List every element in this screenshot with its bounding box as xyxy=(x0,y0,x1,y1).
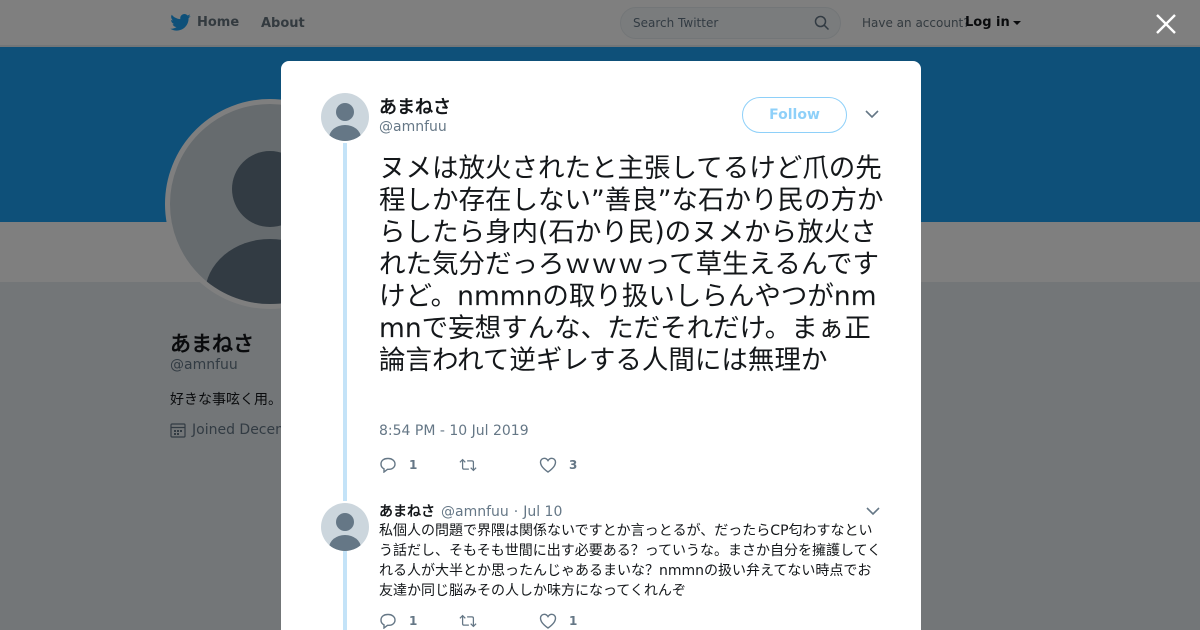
tweet-author-name[interactable]: あまねさ xyxy=(379,93,451,119)
like-button[interactable]: 3 xyxy=(539,457,619,473)
retweet-button[interactable] xyxy=(459,613,539,629)
reply-button[interactable]: 1 xyxy=(379,613,459,629)
default-avatar-icon xyxy=(329,103,361,141)
reply-header: あまねさ @amnfuu · Jul 10 xyxy=(379,501,562,521)
tweet-author-handle[interactable]: @amnfuu xyxy=(379,119,447,135)
reply-date[interactable]: Jul 10 xyxy=(523,504,562,520)
thread-line xyxy=(343,551,347,630)
tweet-timestamp[interactable]: 8:54 PM - 10 Jul 2019 xyxy=(379,423,529,439)
retweet-icon xyxy=(459,458,477,472)
heart-icon xyxy=(539,613,557,629)
chevron-down-icon[interactable] xyxy=(866,505,880,517)
like-count: 1 xyxy=(569,614,578,628)
heart-icon xyxy=(539,457,557,473)
thread-line xyxy=(343,143,347,501)
reply-actions: 1 1 xyxy=(379,613,619,629)
close-icon[interactable] xyxy=(1154,12,1178,36)
chevron-down-icon[interactable] xyxy=(865,108,879,120)
retweet-button[interactable] xyxy=(459,457,539,473)
reply-button[interactable]: 1 xyxy=(379,457,459,473)
follow-button[interactable]: Follow xyxy=(742,97,847,133)
reply-author-name[interactable]: あまねさ xyxy=(379,501,435,521)
reply-text: 私個人の問題で界隈は関係ないですとか言っとるが、だったらCP匂わすなという話だし… xyxy=(379,523,882,599)
reply-count: 1 xyxy=(409,614,418,628)
reply-icon xyxy=(380,613,396,629)
like-button[interactable]: 1 xyxy=(539,613,619,629)
like-count: 3 xyxy=(569,458,578,472)
tweet-actions: 1 3 xyxy=(379,457,619,473)
tweet-avatar[interactable] xyxy=(321,93,369,141)
default-avatar-icon xyxy=(329,513,361,551)
reply-avatar[interactable] xyxy=(321,503,369,551)
tweet-modal: あまねさ @amnfuu Follow ヌメは放火されたと主張してるけど爪の先程… xyxy=(281,61,921,630)
reply-separator: · xyxy=(513,504,519,520)
reply-icon xyxy=(380,457,396,473)
reply-count: 1 xyxy=(409,458,418,472)
retweet-icon xyxy=(459,614,477,628)
tweet-text: ヌメは放火されたと主張してるけど爪の先程しか存在しない”善良”な石かり民の方から… xyxy=(379,153,884,376)
reply-author-handle[interactable]: @amnfuu xyxy=(441,504,509,520)
